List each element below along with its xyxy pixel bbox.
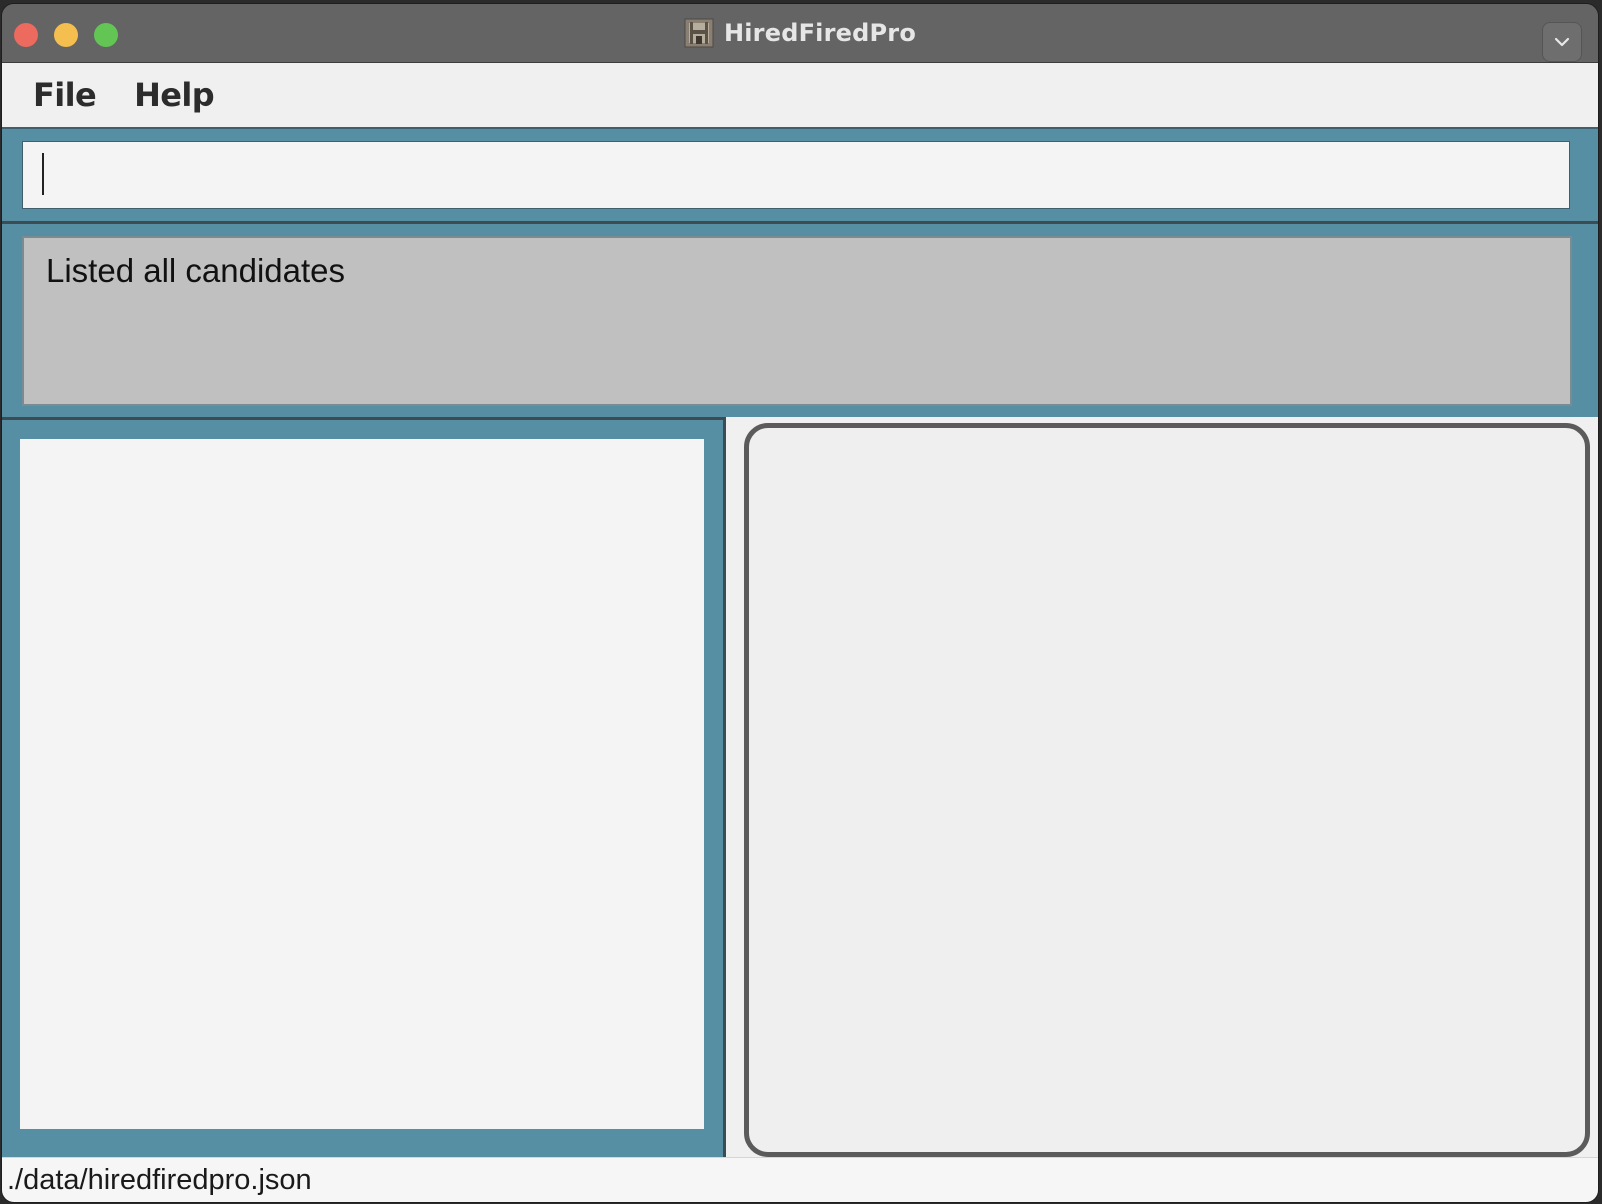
title-bar[interactable]: HiredFiredPro	[2, 4, 1598, 63]
save-location-label: ./data/hiredfiredpro.json	[7, 1164, 312, 1196]
status-bar: ./data/hiredfiredpro.json	[2, 1157, 1598, 1202]
result-message: Listed all candidates	[46, 252, 346, 289]
castle-app-icon	[684, 18, 714, 48]
result-display: Listed all candidates	[22, 236, 1572, 406]
menu-help[interactable]: Help	[134, 76, 215, 114]
result-display-container: Listed all candidates	[2, 221, 1598, 417]
menu-file[interactable]: File	[33, 76, 97, 114]
command-box-container	[2, 127, 1598, 221]
candidate-list[interactable]	[20, 439, 704, 1129]
command-input[interactable]	[22, 141, 1570, 209]
window-title-group: HiredFiredPro	[2, 16, 1598, 50]
candidate-list-panel	[2, 417, 726, 1157]
text-cursor	[42, 153, 44, 195]
app-window: HiredFiredPro File Help Listed all candi…	[2, 4, 1598, 1202]
candidate-detail-panel	[744, 423, 1590, 1157]
window-title: HiredFiredPro	[723, 19, 917, 47]
chevron-down-icon[interactable]	[1542, 22, 1582, 62]
menu-bar: File Help	[2, 63, 1598, 127]
